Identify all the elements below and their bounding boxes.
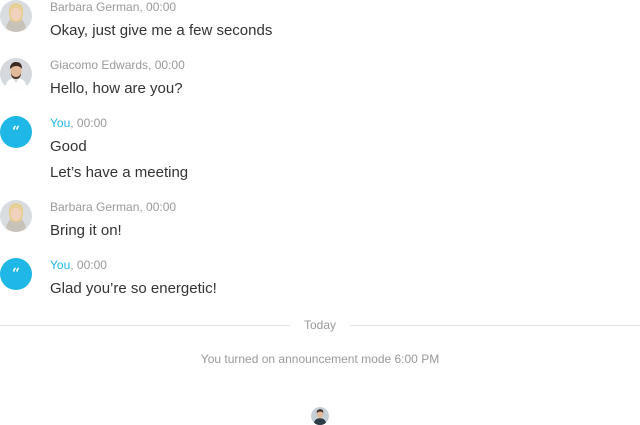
divider-line	[350, 325, 640, 326]
avatar[interactable]	[0, 0, 32, 32]
chat-message-list[interactable]: Barbara German, 00:00 Okay, just give me…	[0, 0, 640, 425]
message-meta: Giacomo Edwards, 00:00	[50, 58, 185, 72]
read-receipt-avatar[interactable]	[311, 407, 329, 425]
avatar[interactable]	[0, 200, 32, 232]
message-meta: Barbara German, 00:00	[50, 0, 177, 14]
divider-line	[0, 325, 290, 326]
message-time: 00:00	[76, 116, 107, 130]
message-text: Glad you’re so energetic!	[50, 280, 217, 297]
system-message: You turned on announcement mode 6:00 PM	[200, 352, 440, 366]
message-text: Good	[50, 138, 87, 155]
sender-name: Giacomo Edwards	[50, 58, 149, 72]
message-text: Let’s have a meeting	[50, 164, 189, 181]
barbara-avatar-icon	[0, 200, 32, 232]
message-text: Hello, how are you?	[50, 80, 183, 97]
message-meta: You, 00:00	[50, 258, 107, 272]
quote-icon[interactable]: “	[0, 258, 32, 290]
message-time: 00:00	[146, 200, 177, 214]
sender-name: Barbara German	[50, 200, 140, 214]
barbara-avatar-icon	[0, 0, 32, 32]
date-divider-label: Today	[303, 318, 337, 332]
sender-name: You	[50, 116, 71, 130]
message-time: 00:00	[146, 0, 177, 14]
message-time: 00:00	[154, 58, 185, 72]
message-time: 00:00	[76, 258, 107, 272]
giacomo-avatar-icon	[0, 58, 32, 90]
quote-icon[interactable]: “	[0, 116, 32, 148]
date-divider: Today	[0, 318, 640, 332]
message-text: Bring it on!	[50, 222, 122, 239]
sender-name: Barbara German	[50, 0, 140, 14]
message-meta: You, 00:00	[50, 116, 107, 130]
message-meta: Barbara German, 00:00	[50, 200, 177, 214]
avatar[interactable]	[0, 58, 32, 90]
sender-name: You	[50, 258, 71, 272]
giacomo-avatar-icon	[311, 407, 329, 425]
message-text: Okay, just give me a few seconds	[50, 22, 273, 39]
